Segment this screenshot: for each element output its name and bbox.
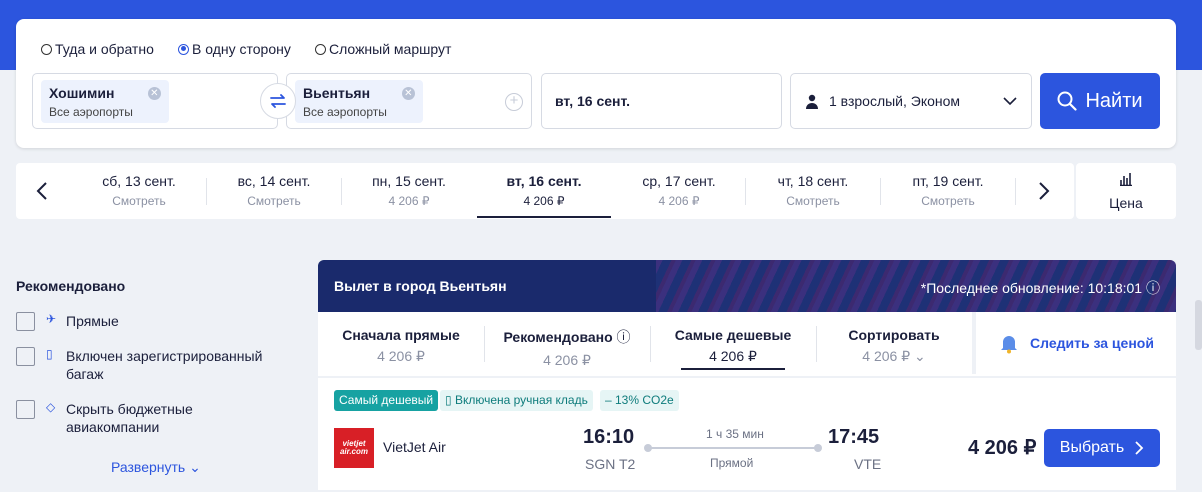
- checkbox-direct[interactable]: [16, 312, 35, 331]
- search-icon: [1057, 91, 1078, 111]
- sort-direct-tab[interactable]: Сначала прямые 4 206 ₽: [318, 312, 484, 374]
- sort-cheapest-tab[interactable]: Самые дешевые 4 206 ₽: [650, 312, 816, 374]
- airline-name: VietJet Air: [383, 439, 446, 455]
- departure-time: 16:10: [583, 426, 635, 448]
- scrollbar[interactable]: [1195, 300, 1202, 350]
- search-panel: Туда и обратно В одну сторону Сложный ма…: [16, 19, 1176, 148]
- to-airports: Все аэропорты: [303, 105, 387, 119]
- passengers-field[interactable]: 1 взрослый, Эконом: [790, 73, 1032, 129]
- date-carousel: сб, 13 сент. Смотреть вс, 14 сент. Смотрет…: [16, 163, 1074, 219]
- chevron-down-icon: [1003, 97, 1017, 106]
- trip-multi[interactable]: Сложный маршрут: [315, 41, 451, 57]
- to-field[interactable]: Вьентьян Все аэропорты ✕ +: [286, 73, 532, 129]
- date-field[interactable]: вт, 16 сент.: [541, 73, 782, 129]
- chevron-left-icon[interactable]: [36, 181, 48, 201]
- radio-round[interactable]: [41, 43, 52, 55]
- route-line: [644, 444, 822, 452]
- info-icon: ⓘ: [1146, 280, 1160, 296]
- date-cell[interactable]: пн, 15 сент. 4 206 ₽: [342, 163, 476, 219]
- radio-multi[interactable]: [315, 43, 326, 55]
- follow-price-button[interactable]: Следить за ценой: [972, 312, 1176, 374]
- chevron-down-icon: ⌄: [914, 348, 926, 364]
- sort-dropdown[interactable]: Сортировать 4 206 ₽ ⌄: [816, 312, 972, 374]
- search-button[interactable]: Найти: [1040, 73, 1160, 129]
- plane-takeoff-icon: ✈: [46, 312, 57, 326]
- bell-icon: [1001, 336, 1018, 354]
- date-cell[interactable]: вс, 14 сент. Смотреть: [207, 163, 341, 219]
- checkbox-budget[interactable]: [16, 400, 35, 419]
- sort-tabs: Сначала прямые 4 206 ₽ Рекомендовано ⓘ 4 2…: [318, 312, 1176, 376]
- from-city: Хошимин: [49, 85, 115, 101]
- from-airports: Все аэропорты: [49, 105, 133, 119]
- info-icon: ⓘ: [616, 329, 631, 345]
- carry-on-badge: ▯ Включена ручная кладь: [440, 390, 593, 411]
- sort-recommended-tab[interactable]: Рекомендовано ⓘ 4 206 ₽: [484, 312, 650, 374]
- chevron-down-icon: ⌄: [185, 459, 201, 475]
- luggage-icon: ▯: [46, 347, 53, 361]
- arrival-time: 17:45: [828, 426, 880, 448]
- select-flight-button[interactable]: Выбрать: [1044, 429, 1160, 467]
- filter-direct[interactable]: ✈ Прямые: [16, 312, 119, 331]
- from-clear-icon[interactable]: ✕: [147, 87, 161, 100]
- cheapest-badge: Самый дешевый: [334, 390, 439, 411]
- checkbox-baggage[interactable]: [16, 347, 35, 366]
- filter-budget[interactable]: ◇ Скрыть бюджетные авиакомпании: [16, 400, 246, 436]
- flight-card[interactable]: Самый дешевый ▯ Включена ручная кладь – …: [318, 378, 1176, 490]
- swap-icon: [270, 94, 286, 108]
- date-cell[interactable]: чт, 18 сент. Смотреть: [746, 163, 880, 219]
- results-panel: Вылет в город Вьентьян *Последнее обновл…: [318, 260, 1176, 490]
- date-cell[interactable]: ср, 17 сент. 4 206 ₽: [612, 163, 746, 219]
- date-cell[interactable]: пт, 19 сент. Смотреть: [881, 163, 1015, 219]
- date-cell[interactable]: сб, 13 сент. Смотреть: [72, 163, 206, 219]
- airline-logo: vietjet air.com: [334, 428, 374, 468]
- co2-badge: – 13% CO2e: [600, 390, 679, 411]
- to-city: Вьентьян: [303, 85, 371, 101]
- bar-chart-icon: [1120, 173, 1132, 187]
- arrival-airport: VTE: [854, 456, 882, 472]
- tag-icon: ◇: [46, 400, 56, 414]
- flight-price: 4 206 ₽: [968, 437, 1037, 459]
- swap-button[interactable]: [260, 83, 296, 119]
- expand-filters-link[interactable]: Развернуть ⌄: [111, 459, 201, 476]
- last-update: *Последнее обновление: 10:18:01 ⓘ: [920, 280, 1160, 296]
- date-cell-active[interactable]: вт, 16 сент. 4 206 ₽: [477, 163, 611, 219]
- results-title: Вылет в город Вьентьян: [334, 278, 507, 294]
- departure-airport: SGN T2: [585, 456, 636, 472]
- from-field[interactable]: Хошимин Все аэропорты ✕: [32, 73, 278, 129]
- trip-round[interactable]: Туда и обратно: [41, 41, 154, 57]
- filters-panel: Рекомендовано ✈ Прямые ▯ Включен зарегис…: [16, 276, 296, 475]
- radio-oneway[interactable]: [178, 43, 189, 55]
- date-value: вт, 16 сент.: [555, 93, 631, 109]
- filter-baggage[interactable]: ▯ Включен зарегистрированный багаж: [16, 347, 281, 383]
- to-clear-icon[interactable]: ✕: [401, 87, 415, 100]
- passengers-value: 1 взрослый, Эконом: [805, 93, 960, 109]
- from-chip: Хошимин Все аэропорты ✕: [41, 80, 169, 123]
- chevron-right-icon[interactable]: [1038, 181, 1050, 201]
- trip-oneway[interactable]: В одну сторону: [178, 41, 291, 57]
- luggage-icon: ▯: [445, 393, 455, 407]
- filters-title: Рекомендовано: [16, 278, 126, 294]
- stops: Прямой: [710, 456, 754, 470]
- add-destination-icon[interactable]: +: [505, 93, 523, 111]
- price-chart-button[interactable]: Цена: [1076, 163, 1176, 219]
- results-header: Вылет в город Вьентьян *Последнее обновл…: [318, 260, 1176, 312]
- person-icon: [806, 94, 818, 109]
- to-chip: Вьентьян Все аэропорты ✕: [295, 80, 423, 123]
- chevron-right-icon: [1135, 441, 1144, 455]
- duration: 1 ч 35 мин: [706, 427, 764, 441]
